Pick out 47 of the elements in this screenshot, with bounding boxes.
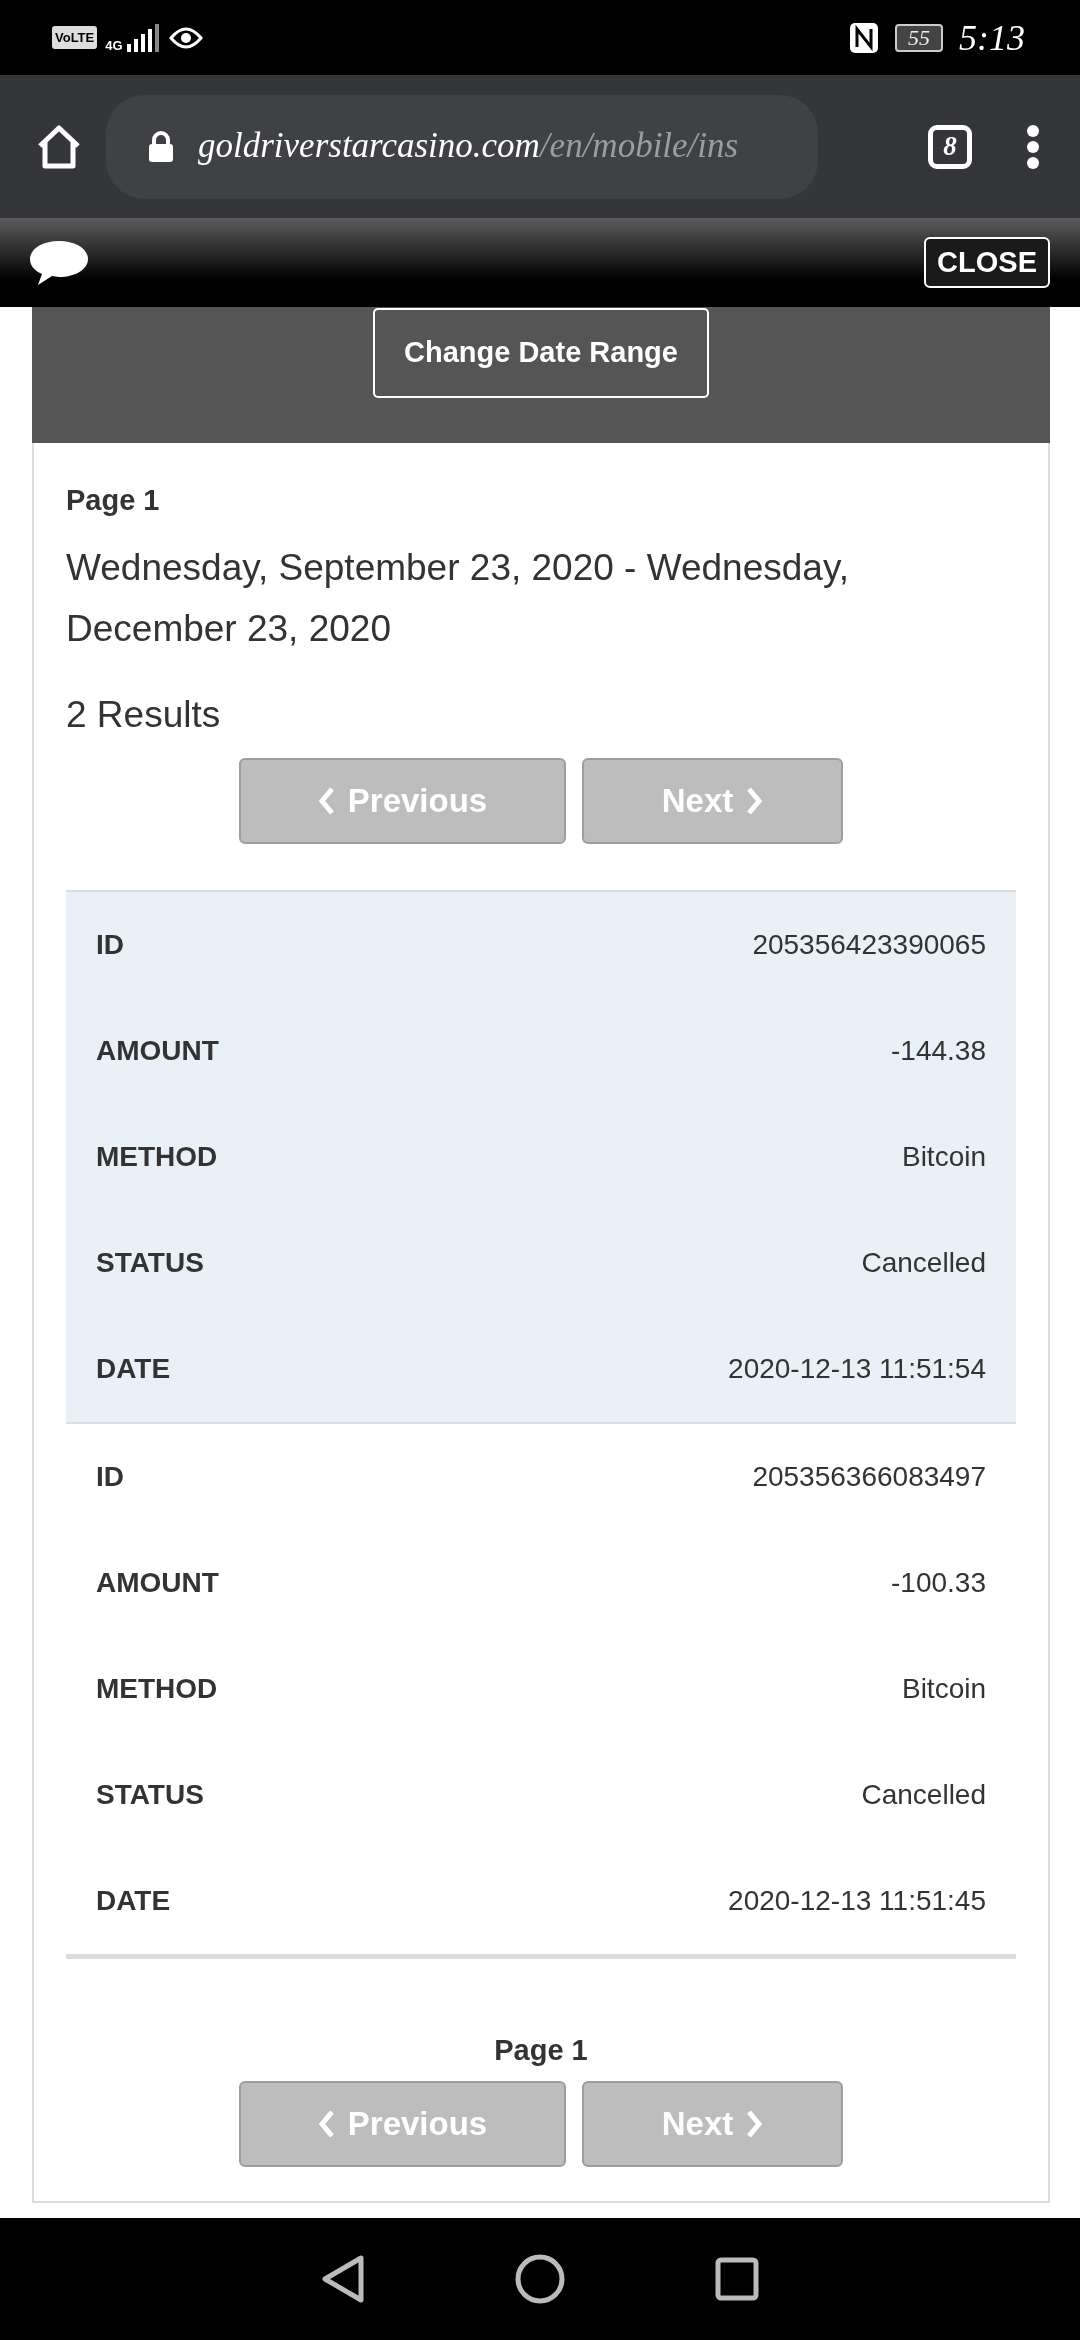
signal-icon (126, 23, 161, 52)
address-bar[interactable]: goldriverstarcasino.com/en/mobile/ins (106, 94, 818, 199)
close-button[interactable]: CLOSE (924, 237, 1050, 288)
field-value: 2020-12-13 11:51:45 (728, 1884, 986, 1918)
home-icon[interactable] (36, 123, 82, 170)
field-value: Cancelled (861, 1778, 986, 1812)
field-label: METHOD (96, 1140, 218, 1174)
field-label: STATUS (96, 1246, 204, 1280)
field-value: Cancelled (861, 1246, 986, 1280)
chat-icon[interactable] (28, 238, 90, 287)
field-label: STATUS (96, 1778, 204, 1812)
field-label: METHOD (96, 1672, 218, 1706)
field-label: AMOUNT (96, 1566, 219, 1600)
volte-badge: VoLTE (52, 25, 98, 50)
back-icon[interactable] (321, 2255, 365, 2303)
field-label: AMOUNT (96, 1034, 219, 1068)
recents-icon[interactable] (715, 2257, 759, 2301)
lock-icon (148, 130, 174, 163)
network-type: 4G (105, 38, 123, 52)
page-label: Page 1 (493, 2033, 589, 2068)
chevron-left-icon (317, 787, 336, 815)
eye-icon (168, 25, 203, 50)
field-value: 205356366083497 (752, 1460, 986, 1494)
field-value: 205356423390065 (752, 928, 986, 962)
field-value: 2020-12-13 11:51:54 (728, 1352, 986, 1386)
field-label: ID (96, 928, 124, 962)
chevron-right-icon (745, 2109, 764, 2138)
chevron-left-icon (317, 2109, 336, 2138)
field-label: ID (96, 1460, 124, 1494)
change-date-range-button[interactable]: Change Date Range (373, 308, 709, 398)
clock: 5:13 (959, 16, 1025, 60)
tab-count-button[interactable]: 8 (928, 124, 972, 169)
field-value: Bitcoin (901, 1140, 986, 1174)
field-value: Bitcoin (901, 1672, 986, 1706)
url-text: goldriverstarcasino.com/en/mobile/ins (198, 125, 739, 168)
menu-icon[interactable] (1026, 124, 1040, 169)
field-value: -144.38 (891, 1034, 986, 1068)
chevron-right-icon (745, 787, 764, 815)
battery-level: 55 (895, 23, 943, 52)
home-circle-icon[interactable] (515, 2254, 565, 2304)
field-label: DATE (96, 1884, 171, 1918)
page-label: Page 1 (66, 483, 161, 518)
date-range-text: Wednesday, September 23, 2020 - Wednesday, December 23, 2020 (66, 545, 850, 651)
field-value: -100.33 (891, 1566, 986, 1600)
nfc-icon (849, 21, 879, 54)
results-count: 2 Results (66, 692, 222, 737)
field-label: DATE (96, 1352, 171, 1386)
